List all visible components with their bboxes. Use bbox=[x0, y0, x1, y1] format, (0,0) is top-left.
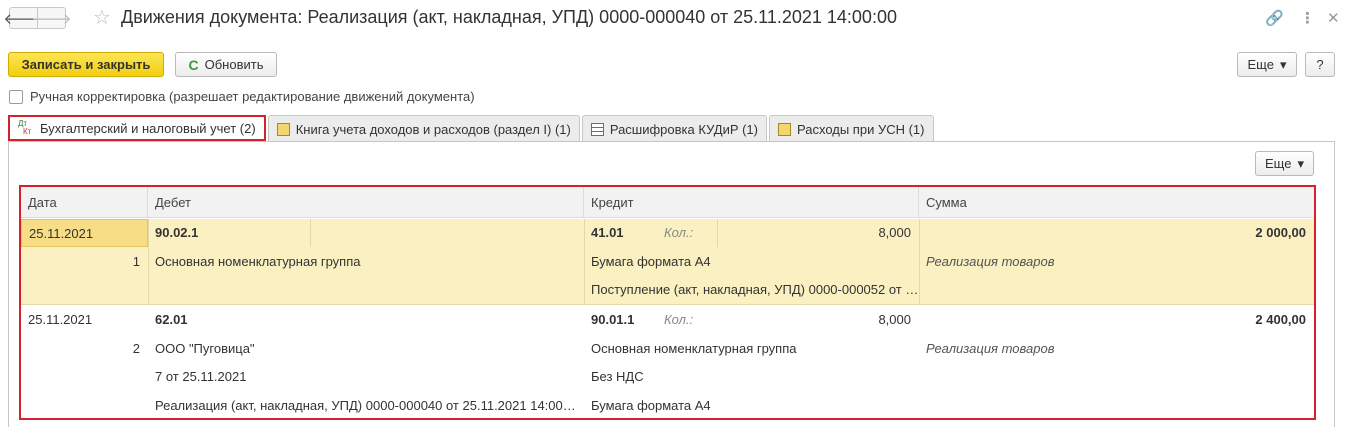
amount-cell[interactable]: 2 000,00 bbox=[919, 219, 1314, 247]
debit-subconto[interactable]: Реализация (акт, накладная, УПД) 0000-00… bbox=[148, 392, 578, 418]
manual-adjust-row: Ручная корректировка (разрешает редактир… bbox=[9, 89, 475, 104]
panel-more-button[interactable]: Еще ▾ bbox=[1255, 151, 1314, 176]
tab-income-expense-book[interactable]: Книга учета доходов и расходов (раздел I… bbox=[267, 115, 580, 142]
entry-content[interactable]: Реализация товаров bbox=[919, 335, 1314, 363]
column-header-date[interactable]: Дата bbox=[21, 187, 148, 218]
tab-accounting[interactable]: Дт Кт Бухгалтерский и налоговый учет (2) bbox=[8, 115, 266, 141]
quantity-value[interactable]: 8,000 bbox=[721, 306, 919, 334]
entries-table: Дата Дебет Кредит Сумма 25.11.2021 1 90.… bbox=[19, 185, 1316, 420]
chevron-down-icon: ▾ bbox=[1297, 155, 1304, 171]
date-cell[interactable]: 25.11.2021 bbox=[21, 306, 148, 334]
column-header-amount[interactable]: Сумма bbox=[919, 187, 1314, 218]
forward-arrow-icon[interactable]: 🡒 bbox=[31, 7, 72, 29]
star-icon[interactable]: ☆ bbox=[93, 5, 111, 30]
tab-label: Книга учета доходов и расходов (раздел I… bbox=[295, 121, 571, 137]
line-number: 1 bbox=[132, 254, 140, 269]
dt-kt-icon: Дт Кт bbox=[18, 119, 32, 136]
tab-kudir-breakdown[interactable]: Расшифровка КУДиР (1) bbox=[581, 115, 767, 142]
credit-subconto[interactable]: Бумага формата А4 bbox=[584, 392, 919, 418]
grid-icon bbox=[590, 122, 604, 136]
quantity-label: Кол.: bbox=[664, 312, 694, 327]
refresh-button[interactable]: C Обновить bbox=[175, 52, 277, 77]
credit-account[interactable]: 90.01.1 bbox=[584, 306, 654, 334]
debit-subconto[interactable]: 7 от 25.11.2021 bbox=[148, 363, 584, 391]
table-header: Дата Дебет Кредит Сумма bbox=[21, 187, 1314, 218]
save-and-close-button[interactable]: Записать и закрыть bbox=[8, 52, 164, 77]
column-header-debit[interactable]: Дебет bbox=[148, 187, 584, 218]
more-vertical-icon[interactable]: ⋮ bbox=[1300, 9, 1315, 27]
date-cell[interactable]: 25.11.2021 bbox=[21, 219, 148, 247]
book-icon bbox=[276, 122, 290, 136]
window-title: Движения документа: Реализация (акт, нак… bbox=[121, 7, 897, 27]
line-number: 2 bbox=[132, 341, 140, 356]
credit-subconto[interactable]: Основная номенклатурная группа bbox=[584, 335, 919, 363]
tab-bar: Дт Кт Бухгалтерский и налоговый учет (2) … bbox=[8, 115, 936, 142]
quantity-value[interactable]: 8,000 bbox=[721, 219, 919, 247]
tab-usn-expenses[interactable]: Расходы при УСН (1) bbox=[769, 115, 934, 142]
manual-adjust-checkbox[interactable] bbox=[9, 89, 23, 104]
more-label: Еще bbox=[1265, 156, 1292, 171]
credit-subconto[interactable]: Бумага формата А4 bbox=[584, 248, 919, 276]
quantity-label: Кол.: bbox=[664, 225, 694, 240]
tab-label: Расшифровка КУДиР (1) bbox=[609, 121, 758, 137]
title-bar: 🡐 🡒 ☆ Движения документа: Реализация (ак… bbox=[0, 0, 1345, 38]
debit-account[interactable]: 90.02.1 bbox=[148, 219, 308, 247]
credit-subconto[interactable]: Поступление (акт, накладная, УПД) 0000-0… bbox=[584, 276, 919, 304]
debit-account[interactable]: 62.01 bbox=[148, 306, 308, 334]
debit-subconto[interactable]: ООО "Пуговица" bbox=[148, 335, 584, 363]
more-label: Еще bbox=[1247, 57, 1274, 72]
manual-adjust-label: Ручная корректировка (разрешает редактир… bbox=[30, 89, 475, 104]
table-row[interactable]: 25.11.2021 1 90.02.1 Основная номенклату… bbox=[21, 219, 1314, 305]
credit-subconto[interactable]: Без НДС bbox=[584, 363, 919, 391]
table-row[interactable]: 25.11.2021 2 62.01 ООО "Пуговица" 7 от 2… bbox=[21, 306, 1314, 418]
refresh-icon: C bbox=[188, 56, 199, 73]
amount-cell[interactable]: 2 400,00 bbox=[919, 306, 1314, 334]
tab-label: Бухгалтерский и налоговый учет (2) bbox=[40, 120, 256, 136]
close-icon[interactable]: ✕ bbox=[1327, 9, 1340, 27]
chevron-down-icon: ▾ bbox=[1279, 56, 1287, 72]
debit-subconto[interactable]: Основная номенклатурная группа bbox=[148, 248, 584, 276]
refresh-label: Обновить bbox=[204, 57, 264, 72]
help-button[interactable]: ? bbox=[1305, 52, 1335, 77]
entry-content[interactable]: Реализация товаров bbox=[919, 248, 1314, 276]
link-icon[interactable]: 🔗 bbox=[1265, 9, 1284, 27]
tab-label: Расходы при УСН (1) bbox=[797, 121, 925, 137]
credit-account[interactable]: 41.01 bbox=[584, 219, 654, 247]
book-icon bbox=[778, 122, 791, 136]
more-button[interactable]: Еще ▾ bbox=[1237, 52, 1297, 77]
column-header-credit[interactable]: Кредит bbox=[584, 187, 919, 218]
